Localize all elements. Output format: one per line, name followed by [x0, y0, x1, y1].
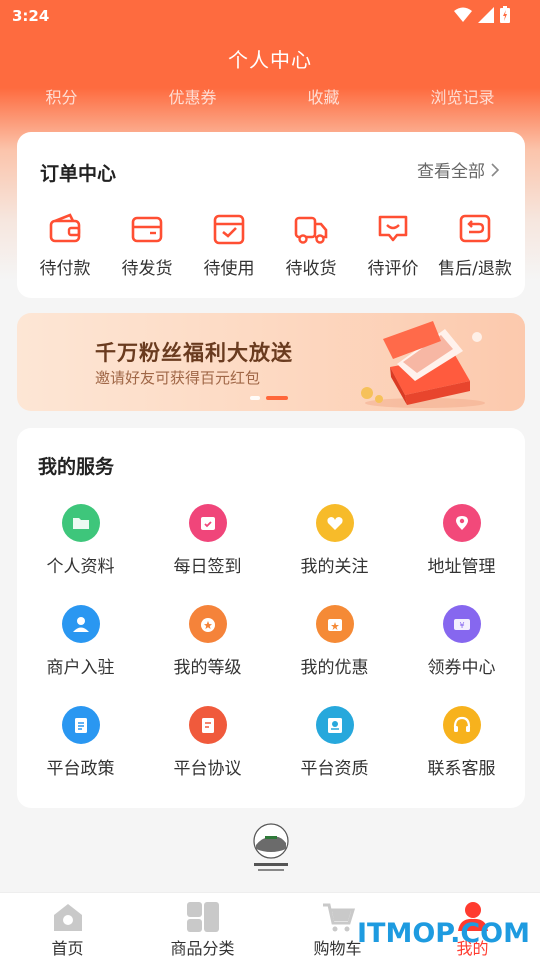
- truck-icon: [294, 216, 328, 244]
- calendar-icon: [188, 504, 227, 542]
- svg-text:¥: ¥: [459, 621, 464, 630]
- service-merchant-join[interactable]: 商户入驻: [17, 605, 144, 706]
- status-time: 3:24: [12, 7, 50, 25]
- cart-icon: [322, 903, 355, 932]
- service-platform-qualification[interactable]: 平台资质: [271, 706, 398, 807]
- services-title: 我的服务: [38, 456, 115, 478]
- tab-home[interactable]: 首页: [0, 893, 135, 960]
- stat-points[interactable]: 积分: [45, 84, 77, 108]
- service-address-management[interactable]: 地址管理: [398, 504, 525, 605]
- order-pending-use[interactable]: 待使用: [190, 212, 268, 279]
- service-daily-checkin[interactable]: 每日签到: [144, 504, 271, 605]
- order-pending-payment[interactable]: 待付款: [26, 212, 104, 279]
- stat-favorites[interactable]: 收藏: [307, 84, 339, 108]
- agreement-icon: [188, 706, 227, 744]
- user-icon: [61, 605, 100, 643]
- chevron-right-icon: [491, 162, 499, 177]
- banner-pagination: [250, 396, 288, 400]
- battery-icon: [500, 6, 510, 23]
- check-box-icon: [213, 214, 245, 245]
- banner-dot-2[interactable]: [266, 396, 288, 400]
- heart-icon: [315, 504, 354, 542]
- signal-icon: [478, 6, 494, 23]
- category-icon: [186, 902, 219, 932]
- stats-row: 积分 优惠券 收藏 浏览记录: [0, 84, 540, 108]
- page-title: 个人中心: [228, 48, 312, 72]
- service-my-discounts[interactable]: 我的优惠: [271, 605, 398, 706]
- promo-banner[interactable]: 千万粉丝福利大放送 邀请好友可获得百元红包: [17, 313, 525, 411]
- order-pending-receipt[interactable]: 待收货: [272, 212, 350, 279]
- service-coupon-center[interactable]: ¥ 领券中心: [398, 605, 525, 706]
- order-center-card: 订单中心 查看全部 待付款 待发货 待使用 待收货 待评价 售后/退款: [17, 132, 525, 298]
- order-after-sales[interactable]: 售后/退款: [436, 212, 514, 279]
- my-services-card: 我的服务 个人资料 每日签到 我的关注 地址管理 商户入驻 我的等级 我的优惠 …: [17, 428, 525, 808]
- document-icon: [61, 706, 100, 744]
- stat-coupons[interactable]: 优惠券: [168, 84, 216, 108]
- service-my-level[interactable]: 我的等级: [144, 605, 271, 706]
- status-bar: 3:24: [0, 0, 540, 32]
- stat-history[interactable]: 浏览记录: [430, 84, 494, 108]
- location-icon: [442, 504, 481, 542]
- ticket-icon: ¥: [442, 605, 481, 643]
- home-icon: [53, 904, 82, 931]
- banner-subtitle: 邀请好友可获得百元红包: [95, 369, 261, 387]
- service-platform-agreement[interactable]: 平台协议: [144, 706, 271, 807]
- headset-icon: [442, 706, 481, 744]
- red-envelope-box-icon: [361, 321, 485, 408]
- medal-icon: [188, 605, 227, 643]
- view-all-orders-link[interactable]: 查看全部: [417, 157, 499, 182]
- order-center-title: 订单中心: [40, 163, 117, 185]
- service-my-follows[interactable]: 我的关注: [271, 504, 398, 605]
- brand-logo: [253, 823, 289, 871]
- tab-categories[interactable]: 商品分类: [135, 893, 270, 960]
- wifi-icon: [454, 7, 472, 22]
- return-icon: [459, 214, 491, 243]
- package-icon: [131, 216, 163, 243]
- banner-dot-1[interactable]: [250, 396, 260, 400]
- certificate-icon: [315, 706, 354, 744]
- folder-icon: [61, 504, 100, 542]
- order-pending-shipment[interactable]: 待发货: [108, 212, 186, 279]
- service-contact-support[interactable]: 联系客服: [398, 706, 525, 807]
- service-profile[interactable]: 个人资料: [17, 504, 144, 605]
- coupon-icon: [315, 605, 354, 643]
- order-pending-review[interactable]: 待评价: [354, 212, 432, 279]
- chat-icon: [378, 215, 408, 242]
- service-platform-policy[interactable]: 平台政策: [17, 706, 144, 807]
- wallet-icon: [49, 213, 81, 243]
- banner-title: 千万粉丝福利大放送: [95, 341, 293, 365]
- site-watermark: ITMOP.COM: [356, 918, 530, 949]
